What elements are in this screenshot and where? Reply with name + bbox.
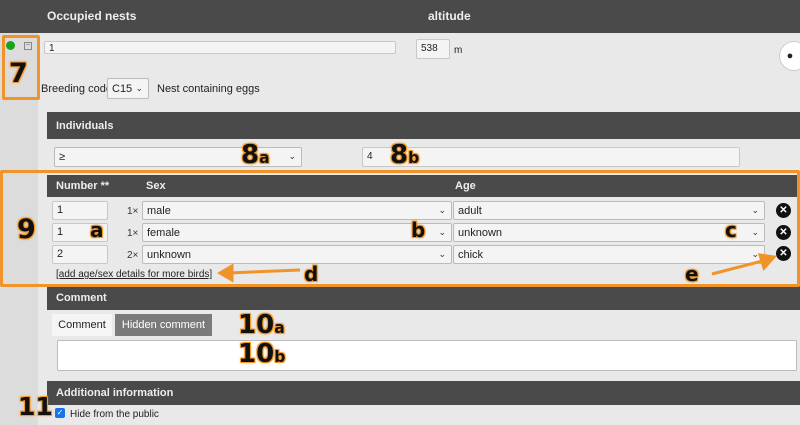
annotation-10b: 10b bbox=[238, 339, 285, 369]
chevron-down-icon: ⌄ bbox=[135, 82, 143, 93]
bird-tool-button[interactable]: ● bbox=[779, 41, 800, 71]
comment-textarea[interactable] bbox=[57, 340, 797, 371]
annotation-8a-letter: a bbox=[259, 149, 270, 167]
annotation-10b-letter: b bbox=[274, 348, 286, 366]
header-bar: Occupied nests altitude bbox=[0, 0, 800, 33]
additional-info-heading: Additional information bbox=[47, 381, 800, 405]
breeding-code-description: Nest containing eggs bbox=[157, 83, 260, 95]
annotation-8a: 8a bbox=[241, 140, 270, 170]
annotation-box-9 bbox=[0, 170, 800, 287]
individuals-operator-value: ≥ bbox=[59, 151, 66, 163]
annotation-10b-number: 10 bbox=[238, 339, 275, 369]
annotation-d: d bbox=[304, 262, 319, 286]
annotation-11: 11 bbox=[18, 392, 53, 421]
annotation-7: 7 bbox=[9, 58, 28, 89]
bird-icon: ● bbox=[786, 50, 794, 62]
altitude-heading: altitude bbox=[428, 9, 471, 23]
altitude-input[interactable]: 538 bbox=[416, 39, 450, 59]
annotation-b: b bbox=[411, 218, 426, 242]
altitude-unit: m bbox=[454, 45, 463, 56]
annotation-9: 9 bbox=[17, 214, 36, 245]
annotation-8b-number: 8 bbox=[390, 140, 409, 170]
breeding-code-select[interactable]: C15 ⌄ bbox=[107, 78, 149, 99]
annotation-10a: 10a bbox=[238, 310, 285, 340]
breeding-code-label: Breeding code bbox=[41, 83, 112, 95]
breeding-code-value: C15 bbox=[112, 82, 133, 95]
occupied-nests-input[interactable]: 1 bbox=[44, 41, 396, 54]
tab-comment[interactable]: Comment bbox=[52, 314, 112, 336]
annotation-8b: 8b bbox=[390, 140, 419, 170]
annotation-e: e bbox=[685, 262, 699, 286]
annotation-a: a bbox=[90, 218, 104, 242]
occupied-nests-heading: Occupied nests bbox=[47, 9, 137, 23]
hide-from-public-label: Hide from the public bbox=[70, 409, 159, 420]
annotation-10a-number: 10 bbox=[238, 310, 275, 340]
annotation-8a-number: 8 bbox=[241, 140, 260, 170]
comment-heading: Comment bbox=[47, 286, 800, 310]
hide-checkbox[interactable]: ✓ bbox=[55, 408, 65, 418]
chevron-down-icon: ⌄ bbox=[288, 150, 296, 161]
annotation-c: c bbox=[725, 218, 737, 242]
individuals-heading: Individuals bbox=[47, 112, 800, 139]
annotation-8b-letter: b bbox=[408, 149, 420, 167]
tab-hidden-comment[interactable]: Hidden comment bbox=[115, 314, 212, 336]
annotation-10a-letter: a bbox=[274, 319, 285, 337]
